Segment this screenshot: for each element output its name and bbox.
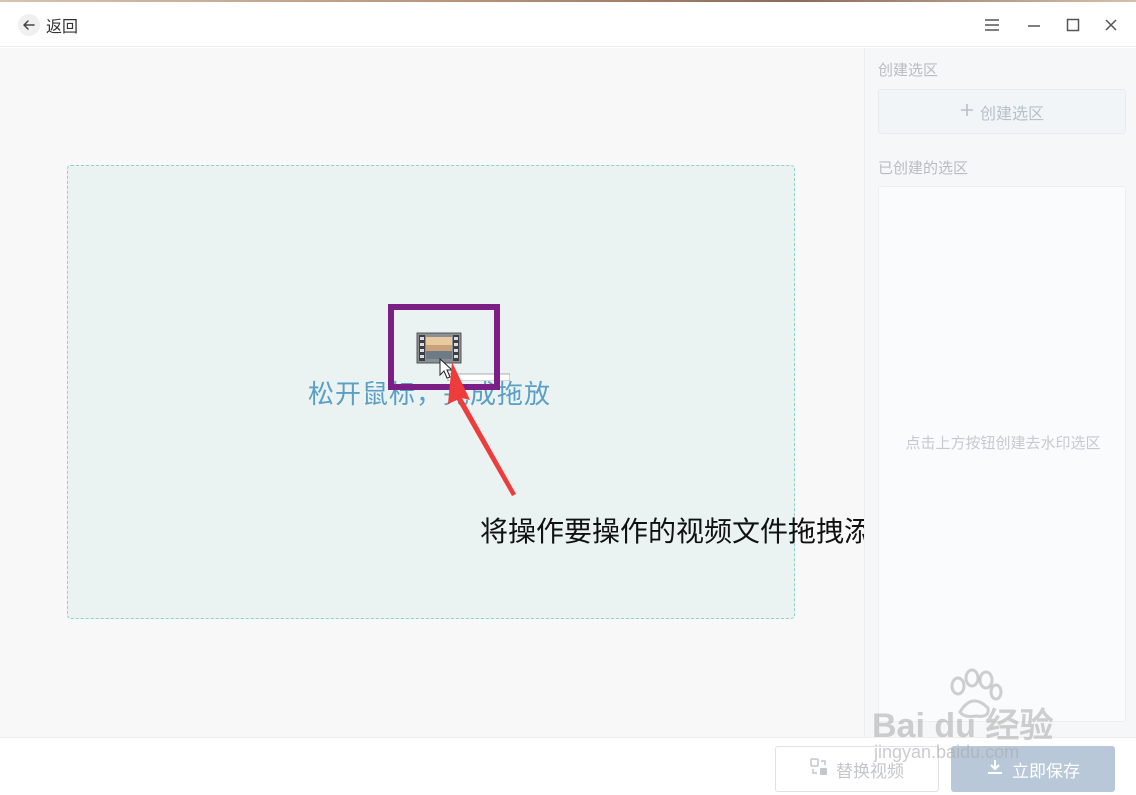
drop-zone[interactable]: 松开鼠标，完成拖放	[67, 165, 795, 619]
annotation-arrow-icon	[448, 362, 516, 496]
create-region-button[interactable]: 创建选区	[878, 89, 1126, 134]
created-regions-list: 点击上方按钮创建去水印选区	[878, 186, 1126, 722]
created-section-label: 已创建的选区	[878, 159, 969, 177]
main-area: 松开鼠标，完成拖放	[0, 48, 864, 737]
baidu-watermark: Bai du 经验 jingyan.baidu.com	[870, 668, 1110, 768]
replace-icon	[810, 757, 828, 781]
back-label: 返回	[46, 17, 79, 36]
minimize-icon[interactable]	[1023, 14, 1045, 36]
create-section-label: 创建选区	[878, 61, 939, 79]
menu-icon[interactable]	[981, 14, 1003, 36]
annotation-caption: 将操作要操作的视频文件拖拽添加	[480, 515, 901, 548]
create-region-label: 创建选区	[979, 103, 1044, 123]
title-bar: 返回	[0, 2, 1136, 47]
back-button[interactable]: 返回	[18, 11, 78, 39]
watermark-url: jingyan.baidu.com	[874, 742, 1020, 762]
maximize-icon[interactable]	[1062, 14, 1084, 36]
watermark-brand: Bai du 经验	[872, 707, 1054, 745]
plus-icon	[960, 102, 974, 121]
close-icon[interactable]	[1100, 14, 1122, 36]
right-sidebar: 创建选区 创建选区 已创建的选区 点击上方按钮创建去水印选区	[864, 48, 1136, 737]
empty-hint: 点击上方按钮创建去水印选区	[905, 434, 1101, 452]
back-arrow-icon	[18, 14, 40, 36]
